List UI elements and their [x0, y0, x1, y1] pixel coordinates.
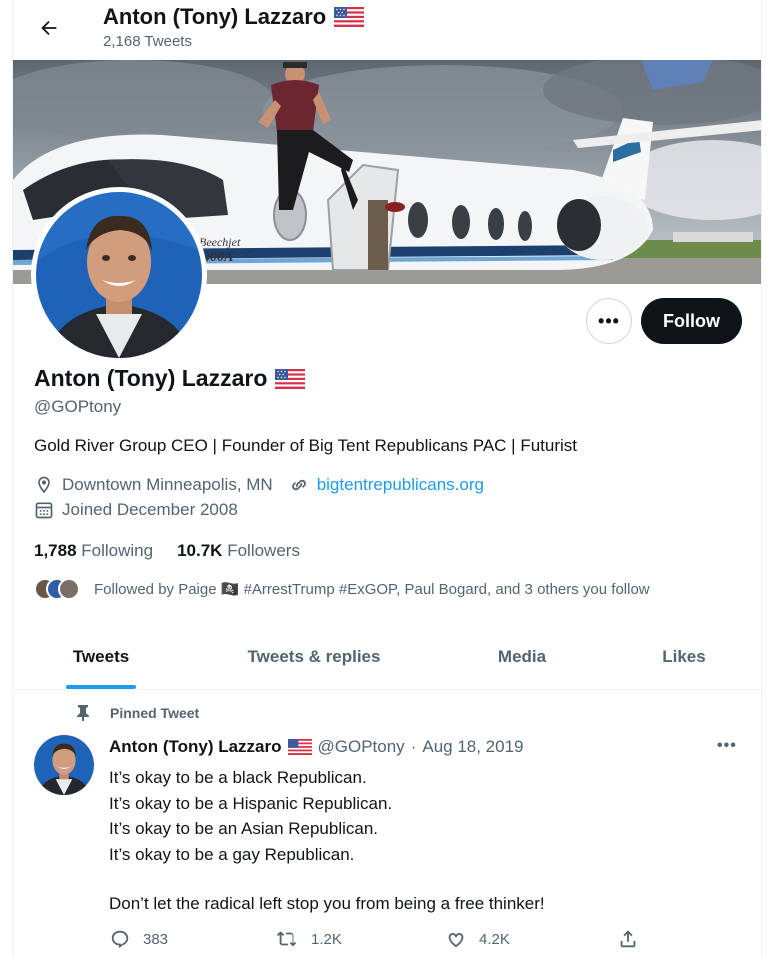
following-stat[interactable]: 1,788 Following: [34, 541, 153, 561]
tweet-body: It’s okay to be a black Republican. It’s…: [109, 765, 545, 917]
more-options-button[interactable]: •••: [586, 298, 632, 344]
avatar-photo: [36, 192, 202, 358]
avatar: [58, 578, 80, 600]
tweet-line: It’s okay to be an Asian Republican.: [109, 819, 379, 838]
profile-joined: Joined December 2008: [62, 500, 238, 519]
like-count: 4.2K: [479, 930, 510, 948]
profile-location: Downtown Minneapolis, MN: [62, 475, 273, 494]
followers-label: Followers: [227, 541, 300, 560]
profile-tabs: Tweets Tweets & replies Media Likes: [13, 625, 761, 690]
calendar-icon: [34, 500, 54, 520]
tweet-line: It’s okay to be a black Republican.: [109, 768, 367, 787]
header-name: Anton (Tony) Lazzaro: [103, 4, 327, 29]
profile-bio: Gold River Group CEO | Founder of Big Te…: [34, 436, 577, 455]
us-flag-icon: [275, 368, 306, 389]
followers-count: 10.7K: [177, 541, 223, 560]
profile-stats: 1,788 Following 10.7K Followers: [34, 541, 300, 561]
profile-column: Anton (Tony) Lazzaro 2,168 Tweets Beechj…: [12, 0, 762, 958]
tab-tweets-replies[interactable]: Tweets & replies: [189, 625, 439, 689]
tweet-closing-line: Don’t let the radical left stop you from…: [109, 894, 545, 913]
share-button[interactable]: [617, 928, 639, 950]
reply-icon: [111, 930, 129, 949]
tweet-more-button[interactable]: •••: [717, 737, 737, 755]
retweet-icon: [276, 931, 297, 947]
profile-website-link[interactable]: bigtentrepublicans.org: [317, 475, 484, 495]
profile-name-text: Anton (Tony) Lazzaro: [34, 365, 268, 391]
following-count: 1,788: [34, 541, 77, 560]
top-header: Anton (Tony) Lazzaro 2,168 Tweets: [13, 0, 761, 60]
plane-text-2: 400A: [202, 250, 233, 265]
like-button[interactable]: 4.2K: [445, 928, 510, 950]
back-button[interactable]: [31, 10, 67, 46]
tab-media[interactable]: Media: [439, 625, 605, 689]
header-title: Anton (Tony) Lazzaro: [103, 4, 365, 30]
pinned-label: Pinned Tweet: [76, 705, 199, 721]
retweet-button[interactable]: 1.2K: [275, 928, 342, 950]
retweet-count: 1.2K: [311, 930, 342, 948]
us-flag-icon: [334, 7, 365, 27]
tweet-actions: 383 1.2K 4.2K: [109, 928, 649, 954]
tweet-count: 2,168 Tweets: [103, 33, 192, 50]
profile-joined-row: Joined December 2008: [34, 500, 238, 520]
tweet-author[interactable]: Anton (Tony) Lazzaro: [109, 737, 282, 757]
back-arrow-icon: [41, 20, 57, 36]
follower-avatars: [34, 578, 82, 600]
link-icon: [289, 475, 309, 495]
tweet-line: It’s okay to be a gay Republican.: [109, 844, 355, 864]
active-tab-indicator: [66, 685, 136, 689]
profile-name: Anton (Tony) Lazzaro: [34, 365, 306, 392]
followed-by-text: Followed by Paige 🏴‍☠️ #ArrestTrump #ExG…: [94, 581, 650, 598]
like-icon: [448, 933, 464, 948]
tweet-header: Anton (Tony) Lazzaro @GOPtony · Aug 18, …: [109, 737, 524, 757]
plane-text-1: Beechjet: [199, 235, 241, 249]
profile-meta-row: Downtown Minneapolis, MN bigtentrepublic…: [34, 475, 484, 495]
pin-icon: [77, 705, 89, 721]
followed-by-row[interactable]: Followed by Paige 🏴‍☠️ #ArrestTrump #ExG…: [34, 578, 650, 600]
share-icon: [620, 930, 636, 948]
followers-stat[interactable]: 10.7K Followers: [177, 541, 300, 561]
reply-button[interactable]: 383: [109, 928, 168, 950]
following-label: Following: [81, 541, 154, 560]
tweet-separator: ·: [410, 737, 417, 756]
profile-handle: @GOPtony: [34, 397, 122, 416]
tweet-date[interactable]: Aug 18, 2019: [422, 737, 523, 757]
location-pin-icon: [34, 475, 54, 495]
tweet-spacer: [109, 867, 545, 891]
profile-avatar[interactable]: [31, 187, 207, 363]
reply-count: 383: [143, 930, 169, 948]
follow-button[interactable]: Follow: [641, 298, 742, 344]
pinned-tweet-label: Pinned Tweet: [110, 705, 200, 721]
tweet-avatar[interactable]: [34, 735, 94, 795]
tab-tweets[interactable]: Tweets: [13, 625, 189, 689]
tweet-handle: @GOPtony: [317, 737, 405, 756]
tweet-line: It’s okay to be a Hispanic Republican.: [109, 793, 393, 813]
us-flag-icon: [287, 739, 312, 755]
avatar: [34, 735, 94, 795]
tab-likes[interactable]: Likes: [605, 625, 761, 689]
